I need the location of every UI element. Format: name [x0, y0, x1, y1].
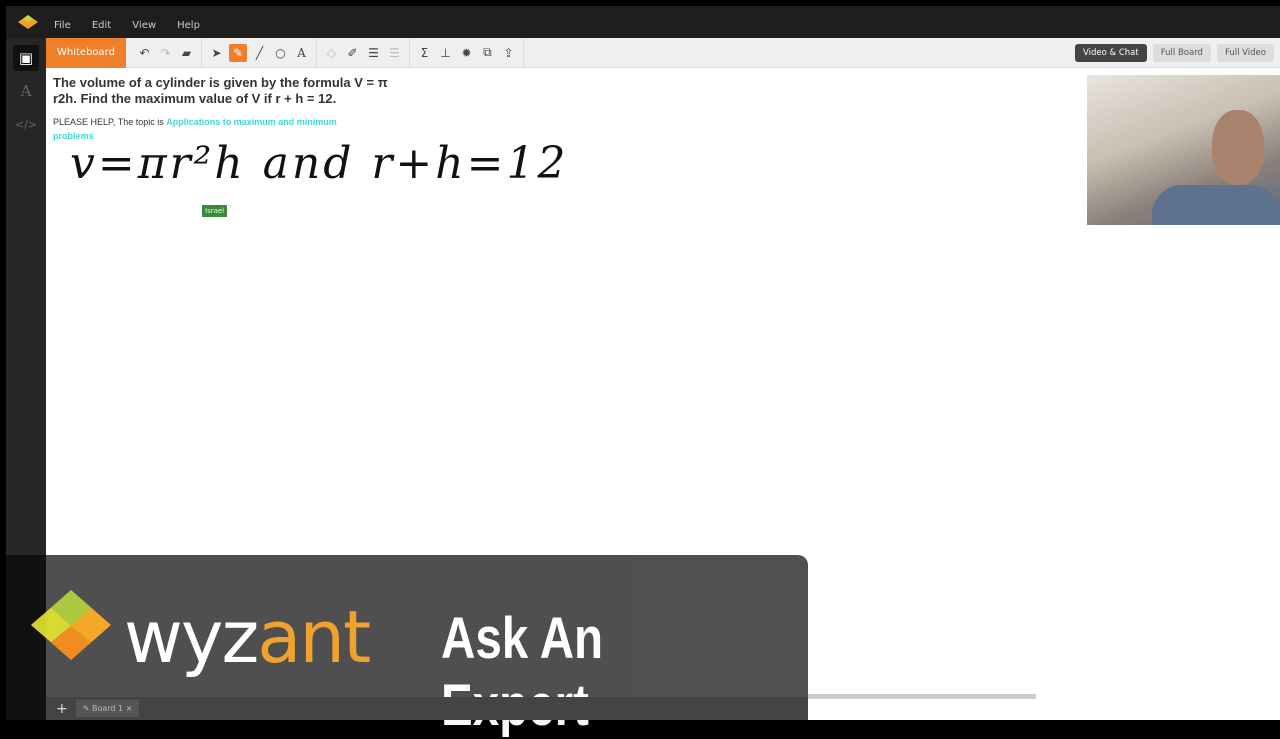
pen-icon[interactable]: ✎	[228, 43, 247, 62]
menu-view[interactable]: View	[132, 20, 156, 31]
code-mode-button[interactable]: </>	[13, 111, 39, 137]
text-icon: A	[20, 82, 32, 100]
brand-white: wyz	[124, 595, 259, 679]
gear-icon[interactable]: ✹	[456, 46, 477, 60]
board-tab[interactable]: ✎ Board 1 ×	[75, 700, 140, 717]
question-text: PLEASE HELP, The topic is	[53, 117, 167, 127]
menu-edit[interactable]: Edit	[92, 20, 111, 31]
user-cursor-label: Israel	[202, 205, 228, 217]
menu-bar: File Edit View Help	[6, 6, 1280, 38]
toolbar: Whiteboard ↶ ↷ ▰ ➤ ✎ ╱ ○ A ◇ ✐ ☰ ☰ Σ ⊥ ✹…	[46, 37, 1280, 68]
undo-icon[interactable]: ↶	[134, 46, 155, 60]
upload-icon[interactable]: ⇪	[498, 46, 519, 60]
redo-icon[interactable]: ↷	[155, 46, 176, 60]
wyzant-diamond-logo-icon	[31, 590, 111, 660]
text-mode-button[interactable]: A	[13, 78, 39, 104]
layers-icon[interactable]: ⧉	[477, 45, 498, 60]
wyzant-wordmark: wyzant	[124, 595, 371, 679]
code-icon: </>	[14, 117, 38, 131]
participant-body	[1152, 185, 1280, 225]
question-title: The volume of a cylinder is given by the…	[53, 75, 388, 106]
close-icon[interactable]: ×	[126, 704, 133, 713]
board-tab-label: Board 1	[91, 704, 124, 713]
tab-whiteboard[interactable]: Whiteboard	[46, 37, 126, 68]
graph-icon[interactable]: ⊥	[435, 46, 456, 60]
shape-icon[interactable]: ○	[270, 46, 291, 60]
full-video-button[interactable]: Full Video	[1216, 44, 1274, 62]
fill-icon[interactable]: ◇	[321, 46, 342, 60]
participant-face	[1212, 110, 1264, 185]
menu-file[interactable]: File	[54, 20, 71, 31]
wyzant-banner: wyzant Ask An Expert	[6, 555, 808, 738]
menu-help[interactable]: Help	[177, 20, 200, 31]
board-tabs-bar: + ✎ Board 1 ×	[46, 697, 808, 720]
video-chat-button[interactable]: Video & Chat	[1075, 44, 1147, 62]
eraser-icon[interactable]: ▰	[176, 46, 197, 60]
video-feed	[1087, 75, 1280, 225]
text-icon[interactable]: A	[291, 46, 312, 60]
whiteboard-icon: ▣	[18, 49, 34, 67]
sigma-icon[interactable]: Σ	[414, 46, 435, 60]
wyzant-logo-icon	[18, 15, 38, 29]
whiteboard-mode-button[interactable]: ▣	[13, 45, 39, 71]
brand-orange: ant	[257, 595, 371, 679]
color-icon[interactable]: ✐	[342, 46, 363, 60]
full-board-button[interactable]: Full Board	[1152, 44, 1211, 62]
line-icon[interactable]: ╱	[249, 46, 270, 60]
line-weight-icon[interactable]: ☰	[363, 46, 384, 60]
line-style-icon[interactable]: ☰	[384, 46, 405, 60]
add-board-icon[interactable]: +	[56, 701, 68, 717]
select-icon[interactable]: ➤	[206, 46, 227, 60]
handwritten-equation: v=πr²h and r+h=12	[70, 138, 569, 189]
horizontal-scrollbar[interactable]	[808, 694, 1036, 699]
